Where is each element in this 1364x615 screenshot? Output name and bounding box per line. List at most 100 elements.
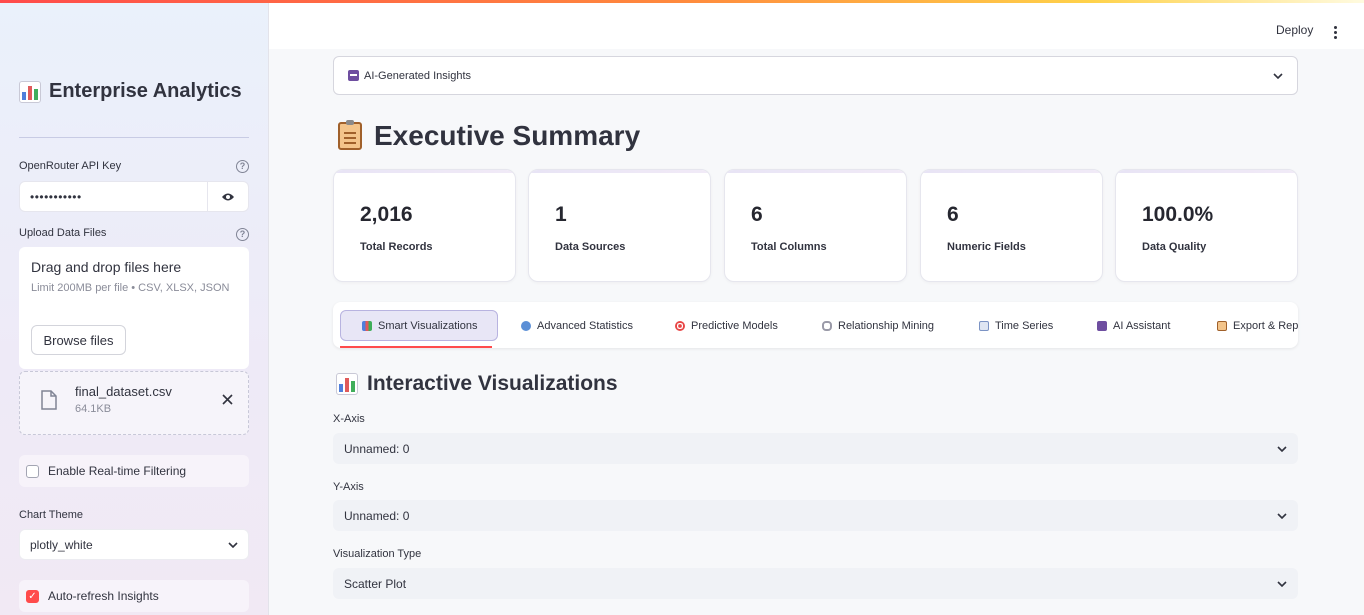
uploaded-file: final_dataset.csv 64.1KB [19, 371, 249, 435]
tab-label: Predictive Models [691, 319, 778, 332]
metric-card-data-sources: 1 Data Sources [528, 169, 711, 282]
robot-icon [1097, 320, 1107, 331]
executive-summary-heading: Executive Summary [338, 120, 640, 152]
main-menu-button[interactable] [1332, 26, 1338, 39]
file-size: 64.1KB [75, 403, 112, 415]
auto-refresh-label: Auto-refresh Insights [48, 589, 159, 603]
auto-refresh-toggle[interactable]: ✓ Auto-refresh Insights [19, 580, 249, 612]
tab-label: AI Assistant [1113, 319, 1171, 332]
remove-file-button[interactable] [222, 392, 233, 409]
auto-refresh-checkbox[interactable]: ✓ [26, 589, 39, 603]
clipboard-icon [338, 120, 362, 150]
x-axis-label: X-Axis [333, 413, 365, 425]
tab-ai-assistant[interactable]: AI Assistant [1097, 310, 1170, 341]
metric-label: Numeric Fields [947, 241, 1026, 253]
top-decoration-bar [0, 0, 1364, 3]
bar-chart-icon [336, 373, 358, 395]
file-dropzone[interactable]: Drag and drop files here Limit 200MB per… [19, 247, 249, 369]
dropzone-subtitle: Limit 200MB per file • CSV, XLSX, JSON [31, 282, 230, 294]
metric-card-total-columns: 6 Total Columns [724, 169, 907, 282]
metric-card-data-quality: 100.0% Data Quality [1115, 169, 1298, 282]
bar-chart-icon [362, 320, 372, 331]
link-icon [822, 320, 832, 331]
sidebar-divider [19, 137, 249, 138]
show-password-button[interactable] [208, 182, 248, 211]
metric-value: 6 [751, 203, 763, 226]
kebab-menu-icon [1333, 26, 1337, 29]
tab-smart-visualizations[interactable]: Smart Visualizations [340, 310, 499, 341]
tab-label: Relationship Mining [838, 319, 934, 332]
chevron-down-icon [1277, 445, 1287, 452]
metric-label: Data Sources [555, 241, 626, 253]
metric-value: 1 [555, 203, 567, 226]
ai-insights-expander[interactable]: AI-Generated Insights [333, 56, 1298, 95]
y-axis-select[interactable]: Unnamed: 0 [333, 500, 1298, 531]
y-axis-label: Y-Axis [333, 481, 364, 493]
close-icon [222, 394, 233, 405]
api-key-input[interactable]: ••••••••••• [20, 182, 208, 211]
deploy-button[interactable]: Deploy [1276, 23, 1313, 37]
tab-relationship-mining[interactable]: Relationship Mining [822, 310, 934, 341]
tab-export-report[interactable]: Export & Repo [1217, 310, 1298, 341]
x-axis-value: Unnamed: 0 [344, 441, 410, 456]
sidebar-title: Enterprise Analytics [19, 80, 242, 103]
chart-theme-select[interactable]: plotly_white [19, 529, 249, 560]
target-icon [675, 320, 685, 331]
sidebar: Enterprise Analytics OpenRouter API Key … [0, 0, 269, 615]
dropzone-title: Drag and drop files here [31, 259, 182, 275]
tab-predictive-models[interactable]: Predictive Models [675, 310, 778, 341]
x-axis-select[interactable]: Unnamed: 0 [333, 433, 1298, 464]
robot-icon [348, 70, 359, 82]
viz-type-value: Scatter Plot [344, 576, 407, 591]
eye-icon [222, 193, 234, 200]
magnifier-icon [521, 320, 531, 331]
realtime-filter-label: Enable Real-time Filtering [48, 464, 187, 478]
upload-help-icon[interactable]: ? [236, 228, 249, 241]
tab-label: Smart Visualizations [378, 319, 478, 332]
api-key-field: ••••••••••• [19, 181, 249, 212]
active-tab-indicator [340, 346, 492, 348]
executive-summary-title: Executive Summary [374, 120, 641, 151]
metric-card-total-records: 2,016 Total Records [333, 169, 516, 282]
realtime-filter-checkbox[interactable] [26, 464, 39, 478]
metric-value: 100.0% [1142, 203, 1214, 226]
line-chart-icon [979, 320, 989, 331]
metric-value: 6 [947, 203, 959, 226]
viz-type-select[interactable]: Scatter Plot [333, 568, 1298, 599]
app-header: Deploy [269, 3, 1364, 49]
file-icon [41, 390, 57, 410]
file-name: final_dataset.csv [75, 384, 172, 399]
browse-files-button[interactable]: Browse files [31, 325, 126, 355]
realtime-filter-toggle[interactable]: Enable Real-time Filtering [19, 455, 249, 487]
expander-title: AI-Generated Insights [348, 70, 471, 82]
api-key-label: OpenRouter API Key [19, 160, 122, 172]
metric-label: Total Columns [751, 241, 827, 253]
api-key-help-icon[interactable]: ? [236, 160, 249, 173]
expander-label: AI-Generated Insights [364, 69, 472, 82]
viz-type-label: Visualization Type [333, 548, 422, 560]
sidebar-title-text: Enterprise Analytics [49, 80, 242, 102]
tab-label: Export & Repo [1233, 319, 1298, 332]
metric-card-numeric-fields: 6 Numeric Fields [920, 169, 1103, 282]
tab-label: Advanced Statistics [537, 319, 633, 332]
clipboard-icon [1217, 320, 1227, 331]
chevron-down-icon [1273, 72, 1283, 79]
tab-label: Time Series [995, 319, 1054, 332]
tab-advanced-statistics[interactable]: Advanced Statistics [521, 310, 633, 341]
metric-label: Total Records [360, 241, 433, 253]
chart-theme-label: Chart Theme [19, 509, 83, 521]
visualizations-title: Interactive Visualizations [367, 372, 618, 395]
tab-time-series[interactable]: Time Series [979, 310, 1053, 341]
chevron-down-icon [1277, 512, 1287, 519]
upload-label: Upload Data Files [19, 227, 107, 239]
metric-value: 2,016 [360, 203, 413, 226]
chart-theme-value: plotly_white [30, 537, 93, 552]
tab-bar: Smart Visualizations Advanced Statistics… [333, 302, 1298, 348]
chevron-down-icon [228, 541, 238, 548]
y-axis-value: Unnamed: 0 [344, 508, 410, 523]
chevron-down-icon [1277, 580, 1287, 587]
bar-chart-icon [19, 80, 41, 103]
visualizations-heading: Interactive Visualizations [336, 372, 618, 396]
metric-label: Data Quality [1142, 241, 1207, 253]
main-content: Deploy AI-Generated Insights Executive S… [269, 0, 1364, 615]
